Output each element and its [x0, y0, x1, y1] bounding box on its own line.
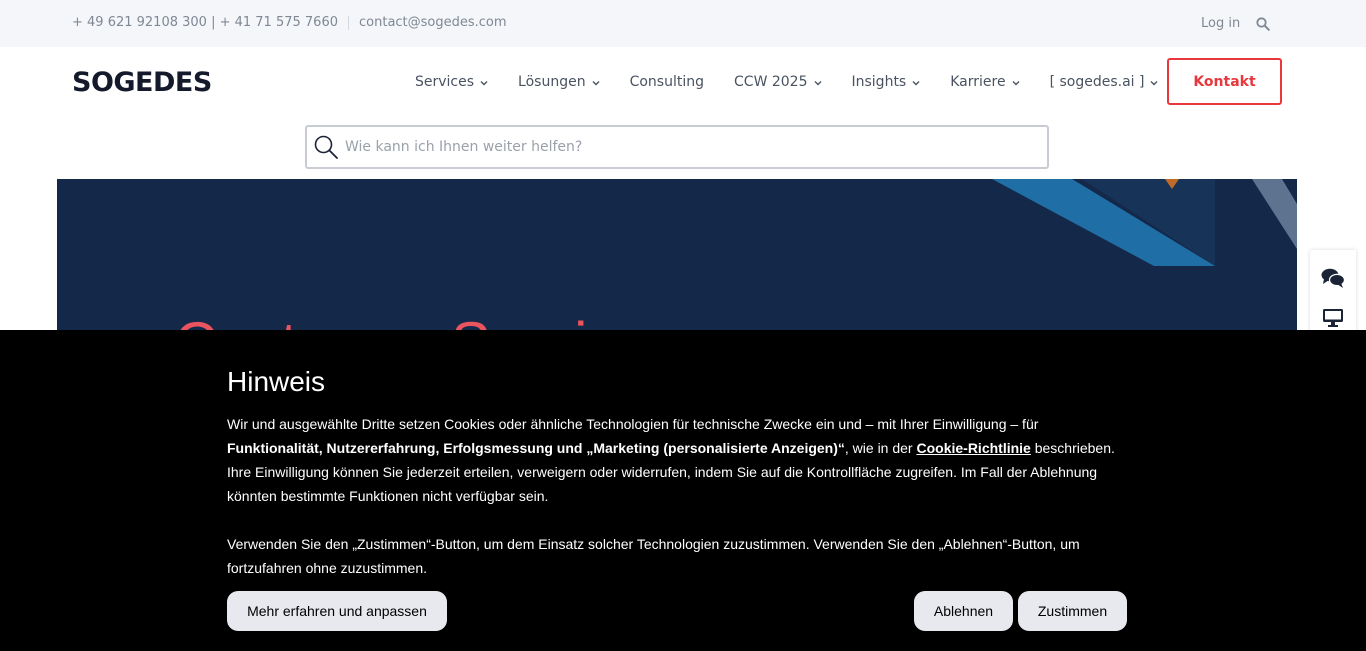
nav-item-lösungen[interactable]: Lösungen: [518, 74, 600, 90]
kontakt-button[interactable]: Kontakt: [1167, 58, 1282, 105]
top-bar: + 49 621 92108 300 | + 41 71 575 7660 co…: [0, 0, 1366, 47]
accept-button[interactable]: Zustimmen: [1018, 591, 1127, 631]
chevron-down-icon: [480, 80, 488, 85]
nav-item-karriere[interactable]: Karriere: [950, 74, 1020, 90]
chevron-down-icon: [1150, 80, 1158, 85]
nav-item-sogedes-ai[interactable]: [ sogedes.ai ]: [1050, 74, 1159, 90]
nav-item-label: Lösungen: [518, 74, 586, 90]
login-link[interactable]: Log in: [1201, 16, 1240, 31]
cookie-banner: Hinweis Wir und ausgewählte Dritte setze…: [0, 330, 1366, 651]
chevron-down-icon: [814, 80, 821, 85]
side-widgets: [1310, 250, 1356, 340]
cookie-text-part: Wir und ausgewählte Dritte setzen Cookie…: [227, 416, 1039, 432]
search-icon[interactable]: [1256, 17, 1270, 31]
cookie-purposes: Funktionalität, Nutzererfahrung, Erfolgs…: [227, 440, 845, 456]
nav-item-label: Services: [415, 74, 475, 90]
main-nav: Services Lösungen Consulting CCW 2025 Insigh…: [415, 74, 1188, 90]
chevron-down-icon: [912, 80, 920, 85]
chat-icon[interactable]: [1321, 267, 1345, 289]
chevron-down-icon: [592, 80, 600, 85]
cookie-text: Wir und ausgewählte Dritte setzen Cookie…: [227, 412, 1132, 604]
monitor-icon[interactable]: [1321, 307, 1345, 329]
nav-item-insights[interactable]: Insights: [852, 74, 921, 90]
contact-email[interactable]: contact@sogedes.com: [359, 15, 507, 30]
search-input[interactable]: [345, 139, 1025, 155]
phone-numbers[interactable]: + 49 621 92108 300 | + 41 71 575 7660: [72, 15, 338, 30]
nav-item-consulting[interactable]: Consulting: [630, 74, 704, 90]
nav-item-ccw-2025[interactable]: CCW 2025: [734, 74, 821, 90]
divider: [348, 15, 349, 30]
cookie-paragraph-2: Verwenden Sie den „Zustimmen“-Button, um…: [227, 536, 1080, 576]
nav-item-label: Karriere: [950, 74, 1006, 90]
site-logo[interactable]: SOGEDES: [72, 67, 212, 98]
learn-more-customize-button[interactable]: Mehr erfahren und anpassen: [227, 591, 447, 631]
nav-item-label: [ sogedes.ai ]: [1049, 74, 1145, 90]
cookie-paragraph-1: Wir und ausgewählte Dritte setzen Cookie…: [227, 412, 1132, 508]
nav-item-services[interactable]: Services: [415, 74, 488, 90]
site-search: [305, 125, 1049, 169]
cookie-policy-link[interactable]: Cookie-Richtlinie: [916, 440, 1030, 456]
magnifier-icon[interactable]: [313, 134, 339, 160]
nav-item-label: Consulting: [629, 74, 705, 90]
nav-item-label: CCW 2025: [734, 74, 808, 90]
reject-button[interactable]: Ablehnen: [914, 591, 1013, 631]
cookie-text-part: , wie in der: [844, 440, 917, 456]
chevron-down-icon: [1012, 80, 1020, 85]
nav-item-label: Insights: [851, 74, 907, 90]
contact-info: + 49 621 92108 300 | + 41 71 575 7660 co…: [72, 15, 507, 30]
cookie-title: Hinweis: [227, 366, 326, 397]
main-header: SOGEDES Services Lösungen Consulting CCW 20…: [0, 47, 1366, 129]
